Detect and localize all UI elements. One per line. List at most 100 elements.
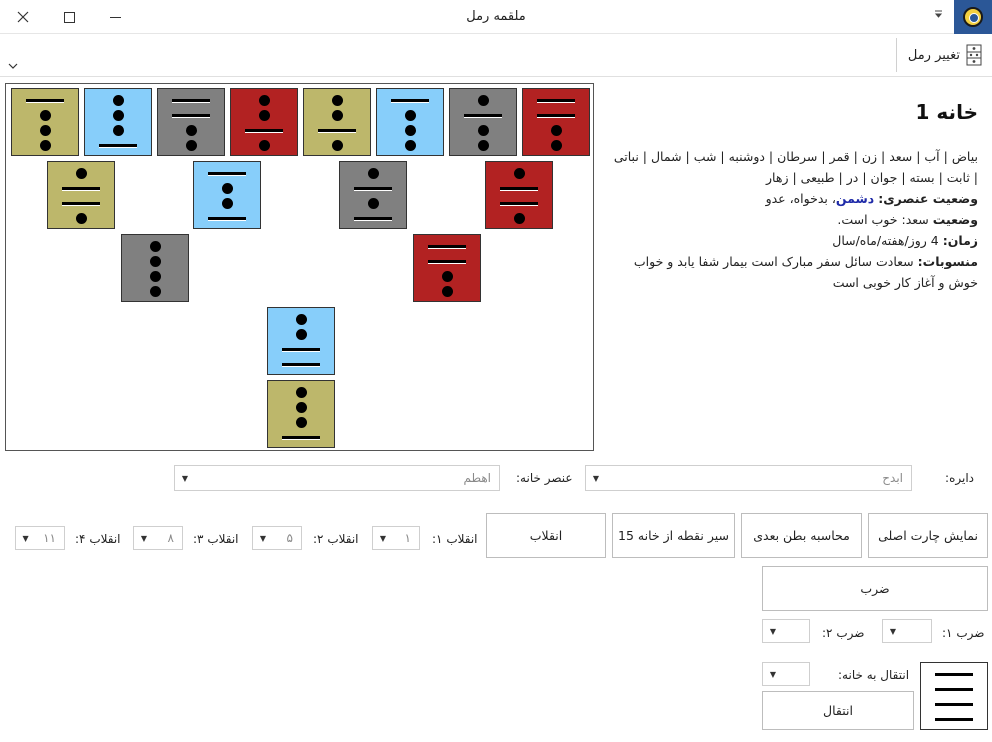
figure-rows <box>304 93 370 153</box>
figure-row <box>12 139 78 153</box>
single-dot <box>367 198 379 210</box>
single-dot <box>258 94 270 106</box>
figure-rows <box>122 239 188 299</box>
figure-row <box>921 682 987 696</box>
figure-row <box>523 108 589 122</box>
ribbon-collapse-button[interactable] <box>6 60 20 74</box>
inqilab1-select[interactable]: ▼ ۱ <box>372 526 420 550</box>
mother-figure-8[interactable] <box>522 88 590 156</box>
dot-path-button[interactable]: سیر نقطه از خانه 15 <box>612 513 735 558</box>
double-line <box>282 363 320 367</box>
figure-row <box>304 139 370 153</box>
double-line <box>935 672 973 676</box>
multiply2-select[interactable]: ▼ <box>762 619 810 643</box>
inqilab4-select[interactable]: ▼ ۱۱ <box>15 526 65 550</box>
chevron-down-icon: ▼ <box>259 533 267 543</box>
figure-rows <box>268 385 334 445</box>
mother-figure-6[interactable] <box>376 88 444 156</box>
figure-row <box>414 239 480 253</box>
app-icon[interactable] <box>954 0 992 34</box>
figure-row <box>48 166 114 180</box>
figure-row <box>231 124 297 138</box>
niece-figure-2[interactable] <box>193 161 261 229</box>
chevron-down-icon <box>934 10 942 18</box>
chevron-down-icon: ▼ <box>22 533 29 543</box>
mother-figure-7[interactable] <box>449 88 517 156</box>
single-dot <box>149 255 161 267</box>
figure-row <box>85 124 151 138</box>
inqilab2-select[interactable]: ▼ ۵ <box>252 526 302 550</box>
single-dot <box>112 94 124 106</box>
figure-row <box>268 400 334 414</box>
minimize-button[interactable] <box>92 0 138 34</box>
single-dot <box>112 125 124 137</box>
sentence-figure[interactable] <box>267 380 335 448</box>
figure-row <box>85 93 151 107</box>
figure-row <box>268 312 334 326</box>
maximize-button[interactable] <box>46 0 92 34</box>
figure-row <box>523 124 589 138</box>
figure-row <box>414 254 480 268</box>
figure-row <box>194 212 260 226</box>
multiply1-select[interactable]: ▼ <box>882 619 932 643</box>
close-button[interactable] <box>0 0 46 34</box>
mother-figure-5[interactable] <box>303 88 371 156</box>
transfer-button[interactable]: انتقال <box>762 691 914 730</box>
figure-row <box>122 285 188 299</box>
figure-row <box>231 93 297 107</box>
inqilab-button[interactable]: انقلاب <box>486 513 606 558</box>
niece-figure-4[interactable] <box>485 161 553 229</box>
figure-row <box>194 166 260 180</box>
inqilab2-label: انقلاب ۲: <box>313 532 359 546</box>
single-dot <box>367 167 379 179</box>
figure-row <box>414 270 480 284</box>
house-title: خانه 1 <box>915 100 978 124</box>
house-description: بیاض | آب | سعد | زن | قمر | سرطان | دوش… <box>606 146 978 293</box>
single-dot <box>39 125 51 137</box>
niece-figure-1[interactable] <box>47 161 115 229</box>
witness-figure-2[interactable] <box>413 234 481 302</box>
single-dot <box>295 401 307 413</box>
circle-select[interactable]: ▼ ابدح <box>585 465 912 491</box>
single-dot <box>75 213 87 225</box>
witness-figure-1[interactable] <box>121 234 189 302</box>
figure-row <box>377 108 443 122</box>
figure-rows <box>231 93 297 153</box>
double-line <box>935 703 973 707</box>
element-select[interactable]: ▼ اهطم <box>174 465 500 491</box>
figure-rows <box>48 166 114 226</box>
figure-row <box>268 327 334 341</box>
transfer-select[interactable]: ▼ <box>762 662 810 686</box>
inqilab1-value: ۱ <box>404 531 411 545</box>
double-line <box>282 436 320 440</box>
mother-figure-1[interactable] <box>11 88 79 156</box>
maximize-icon <box>63 11 75 23</box>
elemental-status: وضعیت عنصری: دشمن، بدخواه، عدو <box>606 188 978 209</box>
close-icon <box>17 11 29 23</box>
multiply-button[interactable]: ضرب <box>762 566 988 611</box>
figure-row <box>304 124 370 138</box>
mother-figure-2[interactable] <box>84 88 152 156</box>
mother-figure-4[interactable] <box>230 88 298 156</box>
single-dot <box>185 125 197 137</box>
show-main-chart-button[interactable]: نمایش چارت اصلی <box>868 513 988 558</box>
calc-inner-button[interactable]: محاسبه بطن بعدی <box>741 513 862 558</box>
inqilab1-label: انقلاب ۱: <box>432 532 478 546</box>
single-dot <box>221 198 233 210</box>
attribution-line: منسوبات: سعادت سائل سفر مبارک است بیمار … <box>606 251 978 293</box>
quick-access-dropdown[interactable] <box>930 8 946 26</box>
niece-figure-3[interactable] <box>339 161 407 229</box>
single-dot <box>221 182 233 194</box>
single-dot <box>149 286 161 298</box>
mother-figure-3[interactable] <box>157 88 225 156</box>
double-line <box>26 98 64 102</box>
double-line <box>99 144 137 148</box>
inqilab3-select[interactable]: ▼ ۸ <box>133 526 183 550</box>
figure-row <box>304 108 370 122</box>
change-geomancy-button[interactable]: تغییر رمل <box>896 38 992 72</box>
single-dot <box>295 328 307 340</box>
figure-rows <box>340 166 406 226</box>
judge-figure[interactable] <box>267 307 335 375</box>
window-title: ملقمه رمل <box>466 9 526 24</box>
figure-row <box>921 713 987 727</box>
